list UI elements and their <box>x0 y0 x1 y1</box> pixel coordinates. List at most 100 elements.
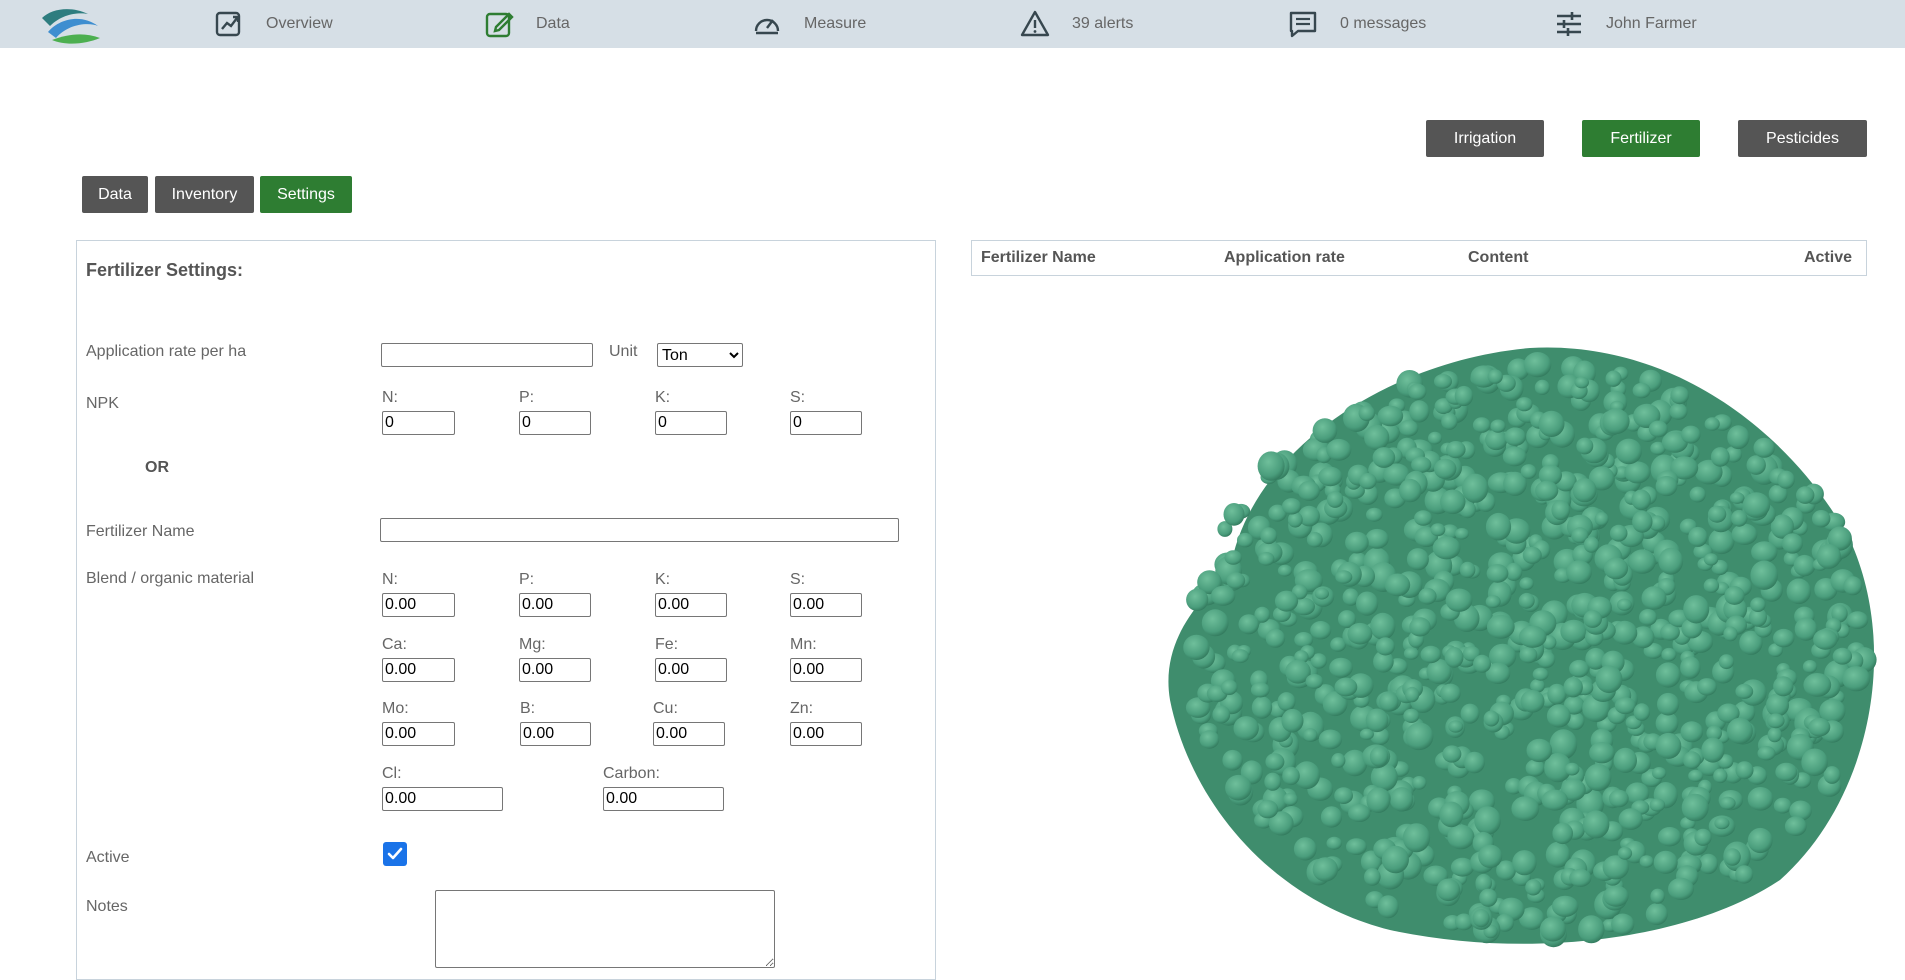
granule <box>1631 489 1651 511</box>
granule <box>1303 728 1318 742</box>
granule <box>1669 403 1688 420</box>
granule <box>1803 673 1832 697</box>
nav-overview[interactable]: Overview <box>214 0 333 48</box>
blend-k-input[interactable] <box>655 593 727 617</box>
unit-select[interactable]: Ton <box>657 343 743 367</box>
npk-p-input[interactable] <box>519 411 591 435</box>
granule <box>1434 374 1452 389</box>
granule <box>1434 458 1457 479</box>
notes-label: Notes <box>86 898 128 915</box>
blend-fe-input[interactable] <box>655 658 727 682</box>
nav-measure[interactable]: Measure <box>752 0 866 48</box>
granule <box>1522 546 1542 564</box>
granule <box>1842 666 1871 692</box>
granule <box>1723 626 1738 642</box>
blend-n-input[interactable] <box>382 593 455 617</box>
nav-messages[interactable]: 0 messages <box>1288 0 1426 48</box>
granule <box>1624 461 1651 484</box>
granule <box>1282 766 1300 786</box>
blend-mn-label: Mn: <box>790 636 817 653</box>
blend-b-label: B: <box>520 700 536 717</box>
nav-data[interactable]: Data <box>484 0 570 48</box>
active-checkbox[interactable] <box>383 842 407 866</box>
granule <box>1511 796 1540 821</box>
granule <box>1724 586 1745 605</box>
granule <box>1812 510 1831 528</box>
blend-zn-input[interactable] <box>790 722 862 746</box>
granule <box>1348 804 1371 822</box>
tab-inventory[interactable]: Inventory <box>155 176 254 213</box>
granule <box>1747 827 1773 854</box>
granule <box>1381 845 1409 874</box>
fertilizer-button[interactable]: Fertilizer <box>1582 120 1700 157</box>
granule <box>1334 677 1358 697</box>
fertilizer-name-input[interactable] <box>380 518 899 542</box>
granule <box>1645 903 1668 926</box>
granule <box>1680 656 1701 679</box>
notes-textarea[interactable] <box>435 890 775 968</box>
blend-b-input[interactable] <box>520 722 591 746</box>
granule <box>1668 877 1694 901</box>
granule <box>1334 787 1353 804</box>
granule <box>1277 564 1293 577</box>
granule <box>1314 587 1329 600</box>
granule <box>1237 532 1254 548</box>
granule <box>1212 705 1231 724</box>
tab-settings[interactable]: Settings <box>260 176 352 213</box>
blend-p-input[interactable] <box>519 593 591 617</box>
granule <box>1224 550 1242 565</box>
granule <box>1613 747 1637 773</box>
th-fertilizer-name[interactable]: Fertilizer Name <box>981 249 1096 267</box>
npk-k-input[interactable] <box>655 411 727 435</box>
top-navigation-bar: Overview Data Measure 39 alerts 0 messag… <box>0 0 1905 48</box>
app-logo-icon[interactable] <box>38 4 102 44</box>
nav-alerts[interactable]: 39 alerts <box>1020 0 1133 48</box>
granule <box>1612 620 1638 645</box>
granule <box>1552 822 1573 845</box>
tab-data[interactable]: Data <box>82 176 148 213</box>
granule <box>1683 751 1701 770</box>
granule <box>1318 729 1343 750</box>
granule <box>1445 588 1473 612</box>
granule <box>1390 787 1414 812</box>
application-rate-input[interactable] <box>381 343 593 367</box>
granule <box>1688 526 1708 547</box>
granule <box>1490 419 1506 433</box>
blend-ca-input[interactable] <box>382 658 455 682</box>
granule <box>1199 730 1220 749</box>
granule <box>1347 622 1373 645</box>
granule <box>1735 865 1754 884</box>
nav-user[interactable]: John Farmer <box>1554 0 1697 48</box>
th-application-rate[interactable]: Application rate <box>1224 249 1345 267</box>
blend-cu-input[interactable] <box>653 722 725 746</box>
granule <box>1440 683 1461 703</box>
granule <box>1474 806 1501 835</box>
blend-carbon-input[interactable] <box>603 787 724 811</box>
blend-cl-input[interactable] <box>382 787 503 811</box>
granule <box>1447 824 1475 850</box>
granule <box>1541 789 1568 811</box>
unit-label: Unit <box>609 343 638 360</box>
granule <box>1403 708 1420 723</box>
blend-zn-label: Zn: <box>790 700 814 717</box>
th-active[interactable]: Active <box>1804 249 1852 267</box>
alert-icon <box>1020 10 1050 37</box>
blend-s-input[interactable] <box>790 593 862 617</box>
irrigation-button[interactable]: Irrigation <box>1426 120 1544 157</box>
panel-title: Fertilizer Settings: <box>86 260 244 280</box>
npk-n-input[interactable] <box>382 411 455 435</box>
npk-s-input[interactable] <box>790 411 862 435</box>
granule <box>1440 489 1466 515</box>
th-content[interactable]: Content <box>1468 249 1528 267</box>
granule <box>1602 408 1630 435</box>
pesticides-button[interactable]: Pesticides <box>1738 120 1867 157</box>
granule <box>1329 657 1353 678</box>
granule <box>1518 592 1535 609</box>
blend-mo-input[interactable] <box>382 722 455 746</box>
granule <box>1595 665 1623 694</box>
granule <box>1412 776 1427 790</box>
granule <box>1657 692 1680 716</box>
blend-mn-input[interactable] <box>790 658 862 682</box>
blend-mg-input[interactable] <box>519 658 591 682</box>
granule <box>1411 456 1432 473</box>
